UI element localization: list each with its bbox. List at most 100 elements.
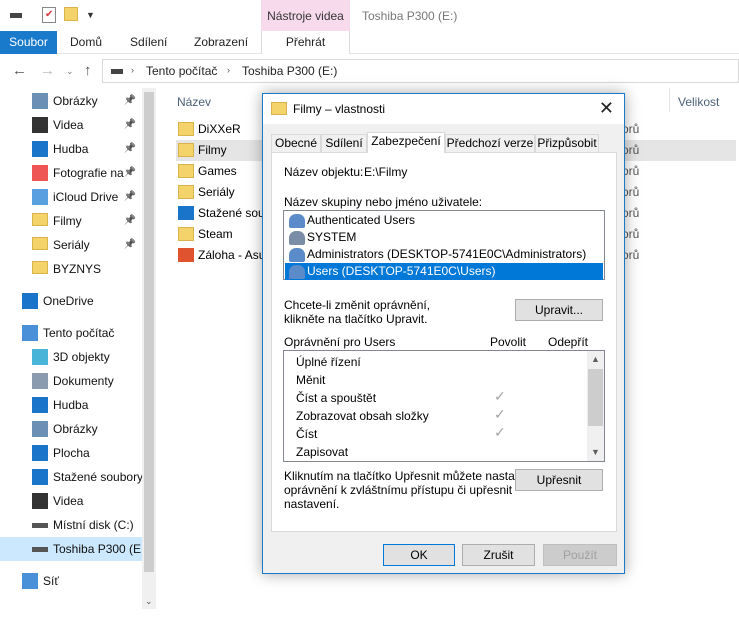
videos-icon <box>32 493 48 509</box>
sidebar-item[interactable]: Tento počítač <box>0 321 142 345</box>
sidebar-item[interactable]: BYZNYS <box>0 257 142 281</box>
sidebar-item-label: Hudba <box>53 142 89 156</box>
address-field[interactable]: › Tento počítač › Toshiba P300 (E:) <box>102 59 739 83</box>
sidebar-item[interactable]: Dokumenty <box>0 369 142 393</box>
group-list-item[interactable]: Administrators (DESKTOP-5741E0C\Administ… <box>285 246 603 263</box>
sidebar-item[interactable]: Obrázky 📌 <box>0 89 142 113</box>
photos-icon <box>32 165 48 181</box>
tab-general[interactable]: Obecné <box>271 134 321 152</box>
tab-sharing[interactable]: Sdílení <box>321 134 367 152</box>
sidebar-item-label: Obrázky <box>53 94 98 108</box>
properties-icon[interactable]: ✔ <box>42 7 56 23</box>
advanced-text: nastavení. <box>284 497 340 511</box>
window-title: Toshiba P300 (E:) <box>362 9 458 23</box>
customize-toolbar-icon[interactable]: ▼ <box>86 10 95 20</box>
sidebar-item[interactable]: Videa 📌 <box>0 113 142 137</box>
folder-icon <box>32 237 48 250</box>
scroll-down-icon[interactable]: ▼ <box>591 447 600 457</box>
tab-home[interactable]: Domů <box>70 31 102 54</box>
sidebar-item[interactable]: Hudba <box>0 393 142 417</box>
column-header-size[interactable]: Velikost <box>678 95 719 109</box>
column-header-name[interactable]: Název <box>177 95 211 109</box>
sidebar-item[interactable]: Toshiba P300 (E:) <box>0 537 142 561</box>
advanced-button[interactable]: Upřesnit <box>515 469 603 491</box>
users-icon <box>289 231 305 245</box>
permissions-list: ▲ ▼ Úplné řízení Měnit Číst a spouštět ✓ Zob… <box>283 350 605 462</box>
sidebar-item[interactable]: Filmy 📌 <box>0 209 142 233</box>
tab-share[interactable]: Sdílení <box>130 31 167 54</box>
sidebar-item[interactable]: Místní disk (C:) <box>0 513 142 537</box>
forward-icon[interactable]: → <box>40 62 55 79</box>
change-permissions-text: Chcete-li změnit oprávnění, <box>284 298 431 312</box>
edit-button[interactable]: Upravit... <box>515 299 603 321</box>
tab-customize[interactable]: Přizpůsobit <box>535 134 599 152</box>
advanced-text: oprávnění k zvláštnímu přístupu či upřes… <box>284 483 513 497</box>
new-folder-icon[interactable] <box>64 7 78 21</box>
permissions-header: Oprávnění pro Users <box>284 335 396 349</box>
sidebar-item-label: Síť <box>43 574 59 588</box>
apply-button[interactable]: Použít <box>543 544 617 566</box>
sidebar-item-label: Hudba <box>53 398 89 412</box>
videos-icon <box>32 117 48 133</box>
sidebar-item[interactable]: Stažené soubory <box>0 465 142 489</box>
folder-icon <box>178 164 194 178</box>
back-icon[interactable]: ← <box>12 62 27 79</box>
sidebar-item[interactable]: Síť <box>0 569 142 593</box>
up-icon[interactable]: ↑ <box>84 62 92 79</box>
drive-icon <box>111 69 123 74</box>
sidebar-item[interactable]: Seriály 📌 <box>0 233 142 257</box>
folder-icon <box>32 213 48 226</box>
group-list-item[interactable]: Users (DESKTOP-5741E0C\Users) <box>285 263 603 280</box>
column-divider[interactable] <box>669 88 670 112</box>
backup-icon <box>178 248 194 262</box>
sidebar-item-label: Dokumenty <box>53 374 114 388</box>
context-tab-video-tools: Nástroje videa <box>261 0 350 31</box>
scrollbar-thumb[interactable] <box>144 92 154 572</box>
chevron-right-icon[interactable]: › <box>227 65 230 75</box>
close-icon[interactable]: ✕ <box>599 98 614 119</box>
tab-previous-versions[interactable]: Předchozí verze <box>445 134 535 152</box>
group-list-item[interactable]: SYSTEM <box>285 229 603 246</box>
allow-header: Povolit <box>490 335 527 349</box>
navigation-scrollbar[interactable]: ⌄ <box>142 88 156 609</box>
object-name-label: Název objektu: <box>284 165 364 179</box>
sidebar-item[interactable]: Plocha <box>0 441 142 465</box>
folder-icon <box>178 185 194 199</box>
tab-security[interactable]: Zabezpečení <box>367 132 445 153</box>
downloads-icon <box>178 206 194 220</box>
folder-icon <box>178 227 194 241</box>
recent-locations-icon[interactable]: ⌄ <box>66 66 74 77</box>
sidebar-item[interactable]: Obrázky <box>0 417 142 441</box>
breadcrumb-this-pc[interactable]: Tento počítač <box>146 64 217 78</box>
chevron-right-icon[interactable]: › <box>131 65 134 75</box>
documents-icon <box>32 373 48 389</box>
tab-view[interactable]: Zobrazení <box>194 31 248 54</box>
sidebar-item[interactable]: Hudba 📌 <box>0 137 142 161</box>
file-name: Seriály <box>198 185 235 199</box>
file-name: Games <box>198 164 237 178</box>
scroll-up-icon[interactable]: ▲ <box>591 354 600 364</box>
scrollbar-thumb[interactable] <box>588 369 603 426</box>
permissions-scrollbar[interactable]: ▲ ▼ <box>587 351 604 461</box>
sidebar-item[interactable]: OneDrive <box>0 289 142 313</box>
sidebar-item[interactable]: 3D objekty <box>0 345 142 369</box>
sidebar-item-label: Stažené soubory <box>53 470 142 484</box>
cancel-button[interactable]: Zrušit <box>462 544 535 566</box>
scroll-down-icon[interactable]: ⌄ <box>145 596 153 607</box>
group-user-list: Authenticated Users SYSTEM Administrators … <box>283 210 605 280</box>
sidebar-item-label: Místní disk (C:) <box>53 518 134 532</box>
tab-play[interactable]: Přehrát <box>261 31 350 54</box>
drive-icon[interactable] <box>10 13 22 18</box>
sidebar-item[interactable]: Videa <box>0 489 142 513</box>
sidebar-item[interactable]: iCloud Drive 📌 <box>0 185 142 209</box>
breadcrumb-drive[interactable]: Toshiba P300 (E:) <box>242 64 337 78</box>
drive-icon <box>32 547 48 552</box>
downloads-icon <box>32 469 48 485</box>
group-list-item[interactable]: Authenticated Users <box>285 212 603 229</box>
ok-button[interactable]: OK <box>383 544 455 566</box>
computer-icon <box>22 325 38 341</box>
tab-file[interactable]: Soubor <box>0 31 57 54</box>
pictures-icon <box>32 421 48 437</box>
folder-icon <box>271 102 287 115</box>
sidebar-item[interactable]: Fotografie na 📌 <box>0 161 142 185</box>
